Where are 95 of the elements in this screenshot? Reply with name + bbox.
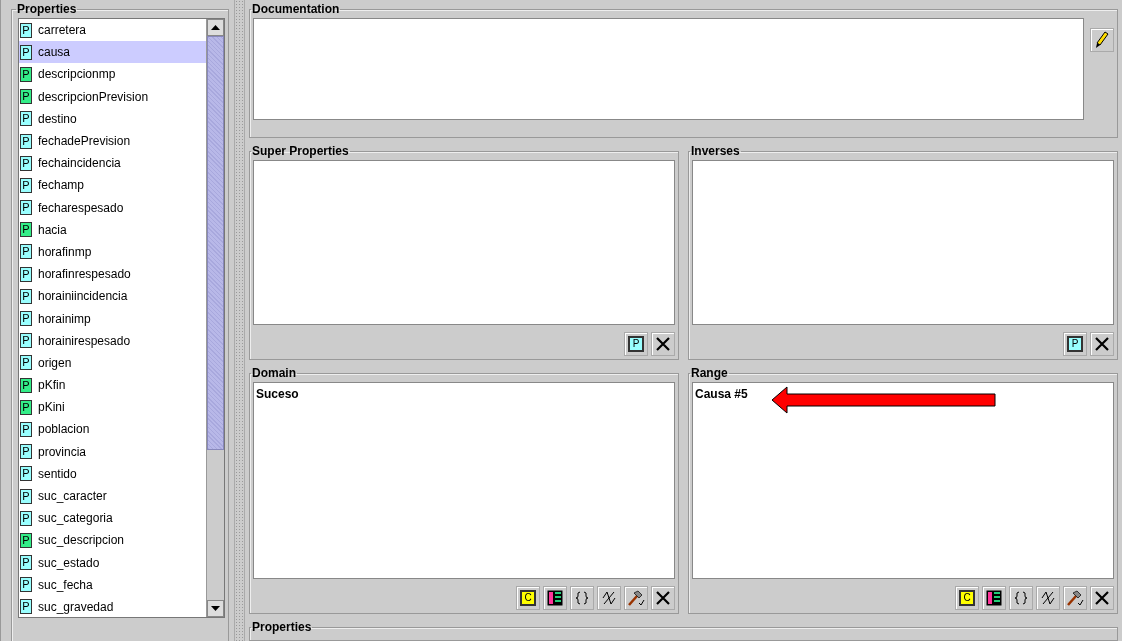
braces-icon: [574, 590, 590, 606]
hammer-icon: [627, 590, 645, 606]
hammer-button[interactable]: [1063, 586, 1087, 610]
property-icon: P: [20, 66, 32, 82]
property-icon: P: [20, 200, 32, 216]
property-icon: P: [20, 510, 32, 526]
property-icon: P: [20, 466, 32, 482]
list-item[interactable]: P suc_fecha: [19, 573, 206, 596]
list-item[interactable]: P suc_caracter: [19, 484, 206, 508]
list-item[interactable]: P suc_categoria: [19, 507, 206, 530]
list-item[interactable]: P suc_estado: [19, 551, 206, 574]
scroll-up-button[interactable]: [207, 19, 224, 36]
list-item[interactable]: P destino: [19, 107, 206, 130]
property-icon: P: [20, 399, 32, 415]
property-icon: P: [20, 244, 32, 260]
property-icon: P: [20, 111, 32, 127]
list-item[interactable]: P causa: [19, 41, 206, 64]
braces-button[interactable]: [1009, 586, 1033, 610]
expression-button[interactable]: [1036, 586, 1060, 610]
property-icon: P: [20, 177, 32, 193]
expression-button[interactable]: [597, 586, 621, 610]
property-icon: P: [20, 577, 32, 593]
property-icon: P: [20, 355, 32, 371]
property-icon: P: [20, 89, 32, 105]
delete-icon: [655, 336, 671, 352]
panel-title: Inverses: [690, 144, 741, 158]
list-item[interactable]: P carretera: [19, 19, 206, 42]
list-item[interactable]: P fecharespesado: [19, 196, 206, 219]
list-item[interactable]: P pKini: [19, 396, 206, 419]
list-item[interactable]: P suc_descripcion: [19, 529, 206, 552]
delete-button[interactable]: [651, 586, 675, 610]
list-item[interactable]: P origen: [19, 351, 206, 374]
list-item[interactable]: P hacia: [19, 218, 206, 241]
property-icon: P: [20, 421, 32, 437]
property-icon: P: [20, 22, 32, 38]
delete-icon: [655, 590, 671, 606]
panel-title: Documentation: [251, 2, 341, 16]
list-item[interactable]: P horainirespesado: [19, 329, 206, 352]
zigzag-icon: [1040, 590, 1056, 606]
list-item[interactable]: P provincia: [19, 440, 206, 463]
delete-button[interactable]: [651, 332, 675, 356]
property-icon: P: [20, 311, 32, 327]
list-item[interactable]: P descripcionPrevision: [19, 85, 206, 108]
property-icon: P: [20, 333, 32, 349]
metaclass-button[interactable]: [982, 586, 1006, 610]
scroll-thumb[interactable]: [207, 36, 224, 450]
hammer-icon: [1066, 590, 1084, 606]
property-icon: P: [20, 44, 32, 60]
panel-title: Super Properties: [251, 144, 350, 158]
property-icon: P: [20, 266, 32, 282]
list-item[interactable]: P horainimp: [19, 307, 206, 330]
documentation-field[interactable]: [253, 18, 1084, 120]
property-icon: P: [20, 377, 32, 393]
property-icon: P: [20, 222, 32, 238]
property-icon: P: [20, 488, 32, 504]
property-icon: P: [20, 444, 32, 460]
delete-button[interactable]: [1090, 332, 1114, 356]
property-icon: P: [20, 599, 32, 615]
list-item[interactable]: Suceso: [256, 387, 299, 401]
panel-title: Domain: [251, 366, 297, 380]
list-item[interactable]: P sentido: [19, 462, 206, 485]
pencil-icon: [1095, 31, 1109, 49]
list-item[interactable]: P horafinrespesado: [19, 263, 206, 286]
list-item[interactable]: P poblacion: [19, 418, 206, 441]
edit-button[interactable]: [1090, 28, 1114, 52]
list-item[interactable]: P fechadePrevision: [19, 129, 206, 153]
delete-icon: [1094, 336, 1110, 352]
panel-title: Properties: [251, 620, 313, 634]
delete-button[interactable]: [1090, 586, 1114, 610]
list-item[interactable]: P pKfin: [19, 374, 206, 397]
list-item[interactable]: P horafinmp: [19, 240, 206, 264]
scroll-down-button[interactable]: [207, 600, 224, 617]
property-icon: P: [20, 133, 32, 149]
metaclass-button[interactable]: [543, 586, 567, 610]
striped-box-icon: [986, 590, 1002, 606]
list-item[interactable]: P horainiincidencia: [19, 285, 206, 308]
up-triangle-icon: [211, 25, 220, 30]
list-item[interactable]: P fechaincidencia: [19, 152, 206, 175]
striped-box-icon: [547, 590, 563, 606]
panel-title: Properties: [16, 2, 78, 16]
property-icon: P: [20, 532, 32, 548]
property-icon: P: [20, 288, 32, 304]
braces-icon: [1013, 590, 1029, 606]
list-item[interactable]: P suc_gravedad: [19, 595, 206, 617]
property-icon: P: [20, 555, 32, 571]
list-item[interactable]: P descripcionmp: [19, 63, 206, 86]
down-triangle-icon: [211, 606, 220, 611]
zigzag-icon: [601, 590, 617, 606]
property-icon: P: [20, 155, 32, 171]
list-item[interactable]: P fechamp: [19, 174, 206, 197]
delete-icon: [1094, 590, 1110, 606]
braces-button[interactable]: [570, 586, 594, 610]
hammer-button[interactable]: [624, 586, 648, 610]
panel-title: Range: [690, 366, 729, 380]
list-item[interactable]: Causa #5: [695, 387, 748, 401]
